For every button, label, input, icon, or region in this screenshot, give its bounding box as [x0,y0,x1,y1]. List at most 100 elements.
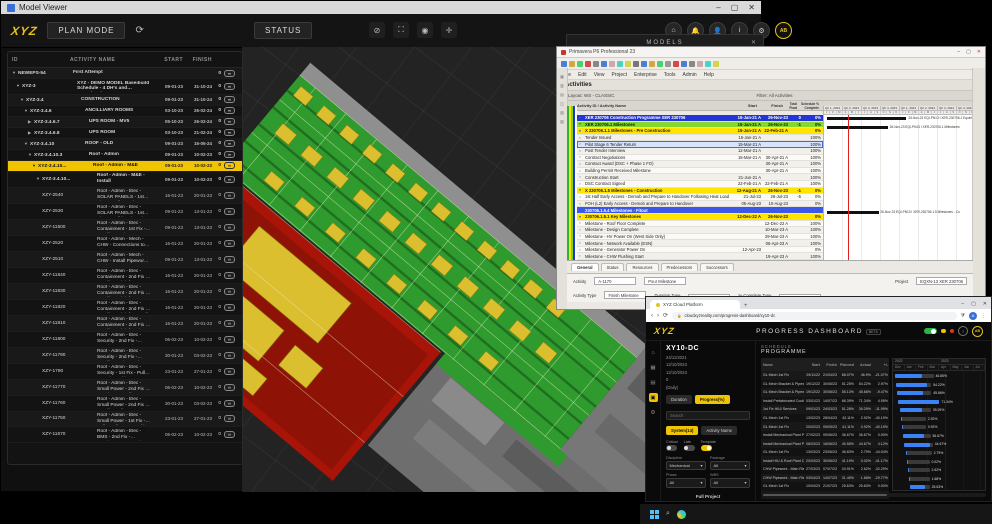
link-icon[interactable]: ∞ [224,107,235,115]
link-icon[interactable]: ∞ [224,140,235,148]
p6-row[interactable]: ▪ Post Tender Interview 12-Mar-21 A 100% [577,147,823,155]
dropdown-value[interactable]: All ▾ [710,478,750,488]
filter-tab[interactable]: System(14) [666,425,699,435]
dropdown-value[interactable]: All ▾ [710,460,750,470]
link-icon[interactable]: ∞ [224,367,235,375]
schedule-row[interactable]: Install Mechanical Plant Phase 206/03/23… [761,439,889,448]
link-icon[interactable]: ∞ [224,223,235,231]
schedule-row[interactable]: GL Mech Bracket & Pipework Dist19/12/223… [761,388,889,397]
toolbar-icon[interactable] [665,60,671,67]
p6-row[interactable]: ▾ X 230706.1.1 Milestones - Pre Construct… [577,128,823,135]
activity-row[interactable]: XZY-2520 Roof - Admin - Mech - CHW - Conn… [8,236,242,252]
p6-row[interactable]: ▪ Construction Start 21-Jun-21 A 100% [577,174,823,181]
full-project-label[interactable]: Full Project [666,494,750,499]
schedule-row[interactable]: GL Mech 1st Fix 13/03/23 23/06/23 46.83% 2.7… [761,447,889,457]
p6-row[interactable]: ▪ Milestone - Generator Power On 12-Apr-23… [577,246,823,254]
p6-row[interactable]: ▾ XER 230706.1 Milestones 15-Jan-21 A 26-No… [577,121,823,129]
toolbar-icon[interactable] [633,60,639,67]
dropdown-phase[interactable]: Phase All ▾ [666,473,706,488]
activity-row[interactable]: ▼ XYZ-3.4.10 ROOF - OLD 09-01-23 15-05-24 0 ∞ [8,138,242,150]
refresh-icon[interactable]: ⟳ [663,312,668,319]
schedule-row[interactable]: Install Prefabricated Cooling Area03/01/… [761,396,889,406]
link-icon[interactable]: ∞ [224,303,235,311]
toggle-switch[interactable] [700,445,712,451]
filter-tab[interactable]: Activity Name [701,425,737,435]
activity-row[interactable]: XZY-2530 Roof - Admin - Elec - SOLAR PANE… [8,204,242,220]
p6-right-toolbar[interactable] [972,68,985,309]
hide-model-icon[interactable]: ⊘ [369,22,385,38]
link-icon[interactable]: ∞ [224,129,235,137]
p6-row[interactable]: ▾ XER 230706 Construction Programme XER 2… [577,115,823,122]
profile-avatar[interactable]: A [969,311,977,320]
schedule-row[interactable]: GL Mech 1st Fix 20/02/23 05/05/23 41.11% 0.9… [761,422,889,431]
toolbar-icon[interactable] [657,60,663,67]
p6-toolbar-icons[interactable] [557,58,985,70]
activity-row[interactable]: XZY-2510 Roof - Admin - Mech - CHW - Inst… [8,251,242,268]
detail-tab-general[interactable]: General [571,263,599,271]
menu-enterprise[interactable]: Enterprise [634,72,657,78]
link-icon[interactable]: ∞ [224,207,235,215]
schedule-row[interactable]: Install Mechanical Plant Phase 127/02/23… [761,430,889,440]
menu-edit[interactable]: Edit [578,72,587,78]
refresh-icon[interactable]: ⟳ [135,25,143,36]
schedule-row[interactable]: GL Mech 1st Fix 13/02/23 28/04/23 43.11% 2.9… [761,413,889,423]
forward-icon[interactable]: › [657,313,659,319]
search-icon[interactable]: ⌕ [666,510,670,518]
help-icon[interactable]: ? [958,326,968,336]
toolbar-icon[interactable] [713,60,719,67]
alerts-icon[interactable] [949,328,954,334]
link-icon[interactable]: ∞ [224,383,235,391]
p6-row[interactable]: ▪ Contract Award (DSC + Phase 1 FO) 30-Apr… [577,161,823,168]
activity-row[interactable]: ▼ NEWEPS-54 First Attempt 0 ∞ [8,68,242,79]
activity-row[interactable]: ▼ XYZ-3 XYZ - DEMO MODEL Baseibuild Schedu… [8,79,242,95]
toolbar-icon[interactable] [649,60,655,67]
link-icon[interactable]: ∞ [224,399,235,407]
horizontal-scrollbar[interactable] [761,493,986,497]
schedule-row[interactable]: GL Mech Bracket & Pipework Dist19/12/223… [761,379,889,389]
p6-row[interactable]: ▪ Building Permit Received Milestone 30-Ap… [577,167,823,175]
activity-row[interactable]: XZY-11800 Roof - Admin - Elec - Security … [8,332,242,348]
schedule-row[interactable]: Install HIU & Roof Plant CHW Pipe20/03/2… [761,456,889,466]
activity-row[interactable]: XZY-11820 Roof - Admin - Elec - Containme… [8,300,242,316]
link-icon[interactable]: ∞ [224,82,235,90]
toggle-late[interactable]: Late [683,440,695,451]
visibility-icon[interactable]: ◉ [417,22,433,38]
address-bar[interactable]: 🔒 cloudxyzreality.com/progress-dashboard… [672,311,957,320]
toolbar-icon[interactable] [697,60,703,67]
link-icon[interactable]: ∞ [224,191,235,199]
dropdown-value[interactable]: All ▾ [666,478,706,488]
schedule-row[interactable]: CHW Pipework - Main Riser - Pri27/03/230… [761,465,889,474]
toolbar-icon[interactable] [569,60,575,67]
avatar[interactable]: AB [972,325,983,337]
menu-tools[interactable]: Tools [664,72,676,78]
reports-icon[interactable]: ▤ [649,378,658,387]
link-icon[interactable]: ∞ [224,319,235,327]
charts-icon[interactable]: ▦ [649,363,658,372]
schedule-row[interactable]: GL Mech 1st Fix 29/11/22 21/04/23 68.07% 46.… [761,371,889,380]
toggle-switch[interactable] [666,445,677,451]
scrollbar-thumb[interactable] [763,493,887,497]
p6-row[interactable]: ▪ Milestone - HV Power On (West Side Only… [577,233,823,241]
activity-row[interactable]: XZY-11500 Roof - Admin - Elec - Containme… [8,219,242,236]
dropdown-discipline[interactable]: Discipline Mechanical ▾ [666,456,706,470]
notifications-icon[interactable] [941,328,946,334]
p6-row[interactable]: ▪ 1st Half Early Access - Demob and Prepa… [577,194,823,201]
link-icon[interactable]: ∞ [224,175,235,183]
maximize-button[interactable]: ▢ [966,49,971,55]
activity-row[interactable]: XZY-11790 Roof - Admin - Elec - Security … [8,347,242,364]
link-icon[interactable]: ∞ [224,151,235,159]
toggle-switch[interactable] [683,445,695,451]
status-button[interactable]: STATUS [254,22,313,39]
link-icon[interactable]: ∞ [224,118,235,126]
toolbar-icon[interactable] [617,60,623,67]
menu-admin[interactable]: Admin [682,72,696,78]
toolbar-icon[interactable] [625,60,631,67]
avatar[interactable]: AB [775,22,792,39]
p6-row[interactable]: ▾ X 230706.1.5 Milestones - Construction 1… [577,187,823,195]
activity-id-field[interactable]: A-1170 [594,277,637,285]
activity-row[interactable]: XZY-2540 Roof - Admin - Elec - SOLAR PANE… [8,187,242,204]
menu-icon[interactable]: ⋮ [981,313,986,319]
activity-row[interactable]: XZY-11840 Roof - Admin - Elec - Containme… [8,268,242,284]
maximize-button[interactable]: ▢ [731,3,739,12]
toolbar-icon[interactable] [609,60,615,67]
